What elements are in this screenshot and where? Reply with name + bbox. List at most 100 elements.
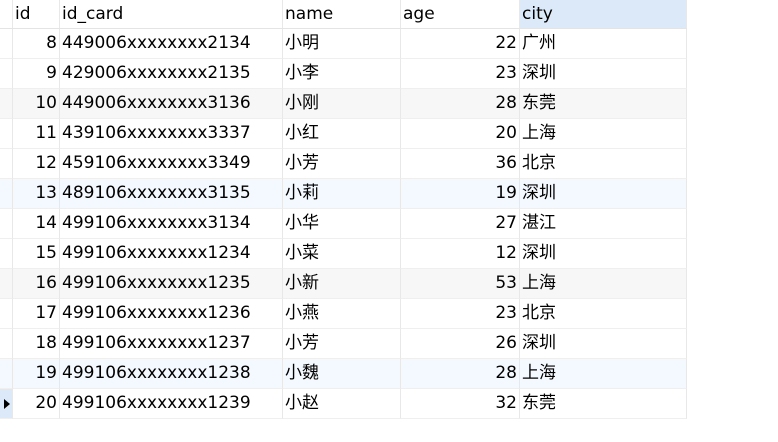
cell-age[interactable]: 23 <box>401 59 520 89</box>
cell-id-card[interactable]: 499106xxxxxxxx1237 <box>60 329 283 359</box>
column-header-id[interactable]: id <box>13 0 60 28</box>
table-row[interactable]: 11 439106xxxxxxxx3337 小红 20 上海 <box>0 119 687 149</box>
cell-id[interactable]: 15 <box>13 239 60 269</box>
cell-id[interactable]: 17 <box>13 299 60 329</box>
cell-id-card[interactable]: 499106xxxxxxxx3134 <box>60 209 283 239</box>
cell-id[interactable]: 8 <box>13 29 60 59</box>
cell-name[interactable]: 小魏 <box>283 359 401 389</box>
row-indicator[interactable] <box>0 359 13 389</box>
cell-id-card[interactable]: 459106xxxxxxxx3349 <box>60 149 283 179</box>
cell-name[interactable]: 小红 <box>283 119 401 149</box>
cell-id[interactable]: 13 <box>13 179 60 209</box>
cell-age[interactable]: 36 <box>401 149 520 179</box>
cell-id[interactable]: 11 <box>13 119 60 149</box>
cell-name[interactable]: 小燕 <box>283 299 401 329</box>
cell-age[interactable]: 28 <box>401 359 520 389</box>
table-row[interactable]: 20 499106xxxxxxxx1239 小赵 32 东莞 <box>0 389 687 419</box>
cell-city[interactable]: 北京 <box>520 149 687 179</box>
cell-id[interactable]: 14 <box>13 209 60 239</box>
row-indicator[interactable] <box>0 389 13 419</box>
current-row-arrow-icon <box>4 399 10 409</box>
column-header-age[interactable]: age <box>401 0 520 28</box>
cell-city[interactable]: 上海 <box>520 269 687 299</box>
cell-id-card[interactable]: 499106xxxxxxxx1235 <box>60 269 283 299</box>
cell-age[interactable]: 32 <box>401 389 520 419</box>
cell-id-card[interactable]: 449006xxxxxxxx3136 <box>60 89 283 119</box>
cell-age[interactable]: 26 <box>401 329 520 359</box>
cell-city[interactable]: 东莞 <box>520 89 687 119</box>
row-indicator[interactable] <box>0 179 13 209</box>
row-indicator[interactable] <box>0 239 13 269</box>
cell-name[interactable]: 小芳 <box>283 149 401 179</box>
table-row[interactable]: 8 449006xxxxxxxx2134 小明 22 广州 <box>0 29 687 59</box>
row-indicator[interactable] <box>0 89 13 119</box>
cell-name[interactable]: 小李 <box>283 59 401 89</box>
table-row[interactable]: 14 499106xxxxxxxx3134 小华 27 湛江 <box>0 209 687 239</box>
cell-age[interactable]: 23 <box>401 299 520 329</box>
cell-city[interactable]: 深圳 <box>520 239 687 269</box>
row-indicator[interactable] <box>0 149 13 179</box>
cell-age[interactable]: 27 <box>401 209 520 239</box>
row-indicator[interactable] <box>0 119 13 149</box>
cell-id-card[interactable]: 489106xxxxxxxx3135 <box>60 179 283 209</box>
cell-id-card[interactable]: 449006xxxxxxxx2134 <box>60 29 283 59</box>
row-indicator[interactable] <box>0 59 13 89</box>
cell-name[interactable]: 小新 <box>283 269 401 299</box>
cell-city[interactable]: 湛江 <box>520 209 687 239</box>
table-row[interactable]: 18 499106xxxxxxxx1237 小芳 26 深圳 <box>0 329 687 359</box>
cell-id-card[interactable]: 429006xxxxxxxx2135 <box>60 59 283 89</box>
data-grid: id id_card name age city 8 449006xxxxxxxx… <box>0 0 687 419</box>
row-indicator-header <box>0 0 13 28</box>
cell-city[interactable]: 深圳 <box>520 329 687 359</box>
cell-name[interactable]: 小华 <box>283 209 401 239</box>
cell-city[interactable]: 上海 <box>520 119 687 149</box>
cell-id-card[interactable]: 499106xxxxxxxx1234 <box>60 239 283 269</box>
column-header-name[interactable]: name <box>283 0 401 28</box>
cell-id-card[interactable]: 499106xxxxxxxx1239 <box>60 389 283 419</box>
cell-id[interactable]: 16 <box>13 269 60 299</box>
cell-id[interactable]: 19 <box>13 359 60 389</box>
header-row: id id_card name age city <box>0 0 687 29</box>
cell-age[interactable]: 19 <box>401 179 520 209</box>
cell-city[interactable]: 广州 <box>520 29 687 59</box>
table-row[interactable]: 19 499106xxxxxxxx1238 小魏 28 上海 <box>0 359 687 389</box>
cell-age[interactable]: 12 <box>401 239 520 269</box>
cell-id[interactable]: 12 <box>13 149 60 179</box>
cell-age[interactable]: 28 <box>401 89 520 119</box>
table-row[interactable]: 12 459106xxxxxxxx3349 小芳 36 北京 <box>0 149 687 179</box>
table-row[interactable]: 13 489106xxxxxxxx3135 小莉 19 深圳 <box>0 179 687 209</box>
cell-name[interactable]: 小赵 <box>283 389 401 419</box>
cell-name[interactable]: 小芳 <box>283 329 401 359</box>
row-indicator[interactable] <box>0 269 13 299</box>
cell-name[interactable]: 小刚 <box>283 89 401 119</box>
cell-city[interactable]: 深圳 <box>520 179 687 209</box>
table-row[interactable]: 15 499106xxxxxxxx1234 小菜 12 深圳 <box>0 239 687 269</box>
cell-name[interactable]: 小莉 <box>283 179 401 209</box>
cell-name[interactable]: 小菜 <box>283 239 401 269</box>
table-row[interactable]: 9 429006xxxxxxxx2135 小李 23 深圳 <box>0 59 687 89</box>
cell-id[interactable]: 10 <box>13 89 60 119</box>
column-header-id-card[interactable]: id_card <box>60 0 283 28</box>
table-row[interactable]: 17 499106xxxxxxxx1236 小燕 23 北京 <box>0 299 687 329</box>
cell-id-card[interactable]: 499106xxxxxxxx1238 <box>60 359 283 389</box>
row-indicator[interactable] <box>0 29 13 59</box>
column-header-city[interactable]: city <box>520 0 687 28</box>
cell-id-card[interactable]: 439106xxxxxxxx3337 <box>60 119 283 149</box>
cell-city[interactable]: 北京 <box>520 299 687 329</box>
cell-id[interactable]: 9 <box>13 59 60 89</box>
cell-id[interactable]: 20 <box>13 389 60 419</box>
cell-city[interactable]: 上海 <box>520 359 687 389</box>
cell-name[interactable]: 小明 <box>283 29 401 59</box>
table-row[interactable]: 16 499106xxxxxxxx1235 小新 53 上海 <box>0 269 687 299</box>
table-row[interactable]: 10 449006xxxxxxxx3136 小刚 28 东莞 <box>0 89 687 119</box>
row-indicator[interactable] <box>0 329 13 359</box>
row-indicator[interactable] <box>0 209 13 239</box>
cell-age[interactable]: 22 <box>401 29 520 59</box>
cell-age[interactable]: 20 <box>401 119 520 149</box>
cell-id[interactable]: 18 <box>13 329 60 359</box>
row-indicator[interactable] <box>0 299 13 329</box>
cell-city[interactable]: 东莞 <box>520 389 687 419</box>
cell-id-card[interactable]: 499106xxxxxxxx1236 <box>60 299 283 329</box>
cell-city[interactable]: 深圳 <box>520 59 687 89</box>
cell-age[interactable]: 53 <box>401 269 520 299</box>
